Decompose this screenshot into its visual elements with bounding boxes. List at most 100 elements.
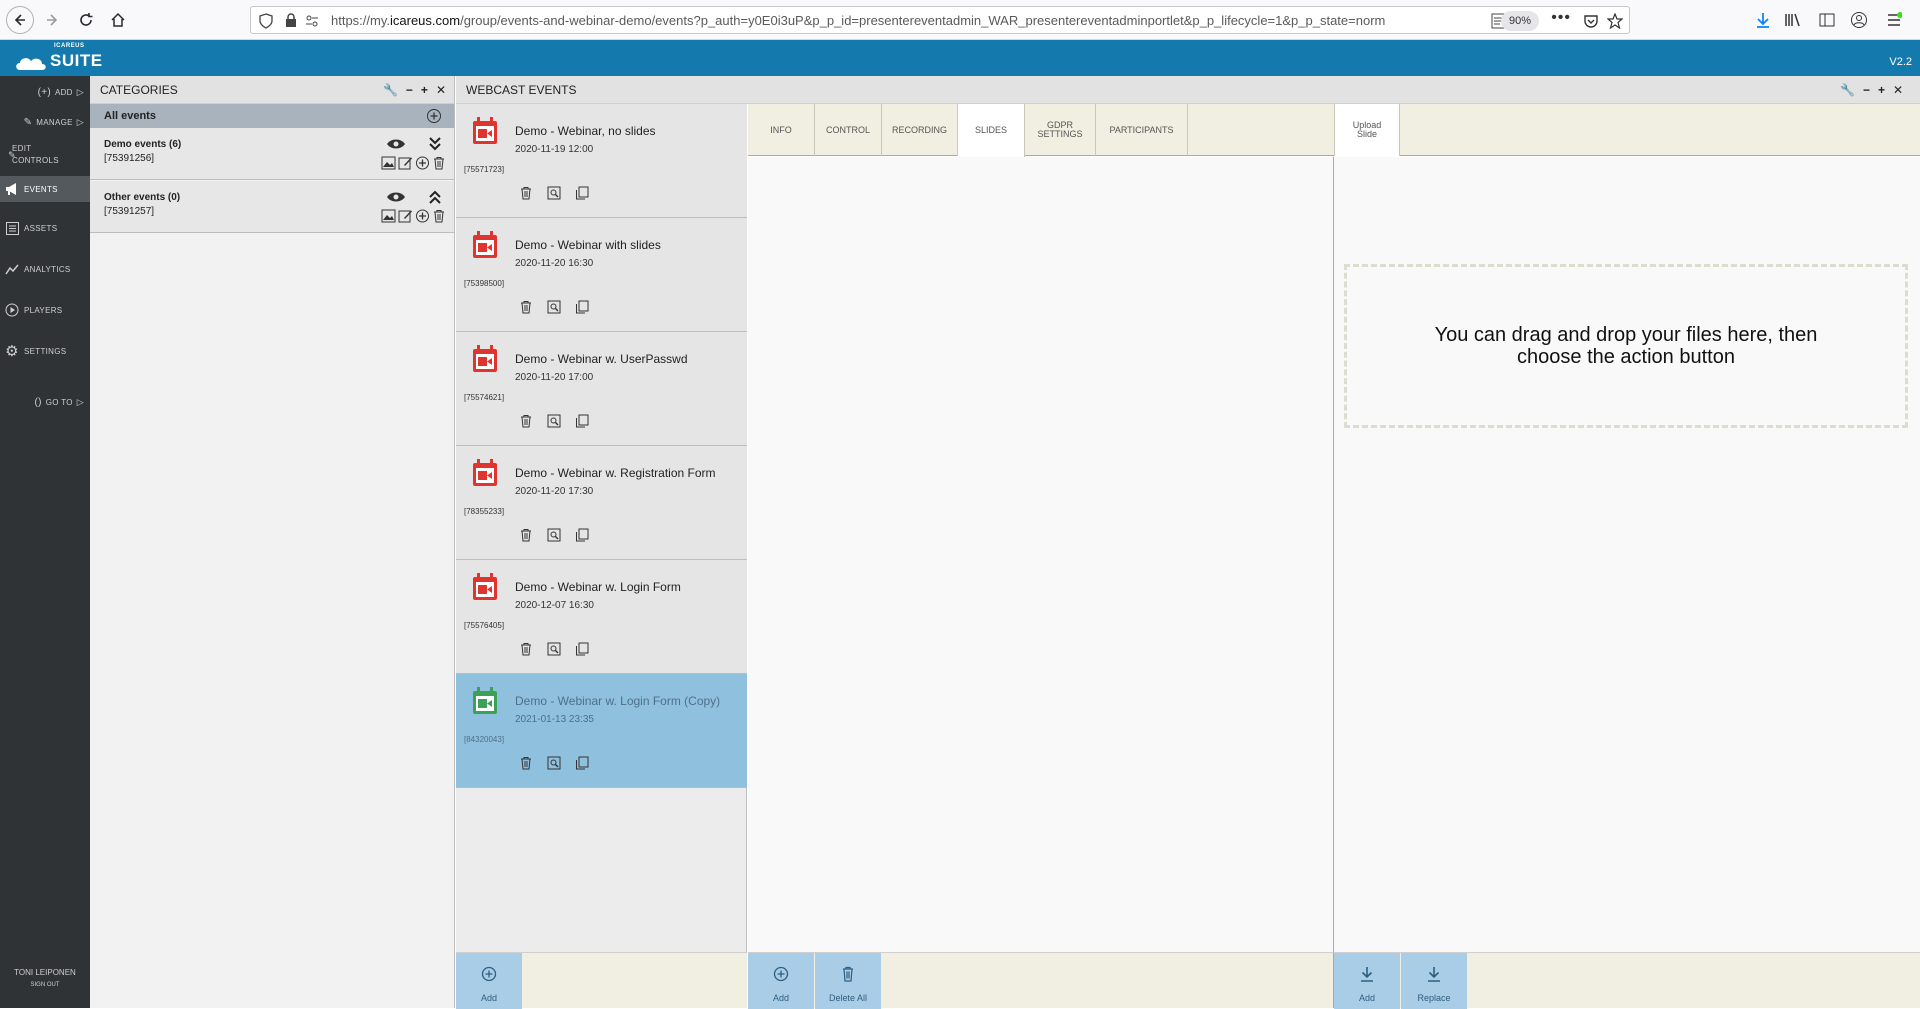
copy-icon[interactable] <box>575 756 589 770</box>
sidebar-icon[interactable] <box>1815 8 1839 32</box>
nav-item-players[interactable]: PLAYERS <box>0 300 90 320</box>
event-item[interactable]: Demo - Webinar w. Registration Form 2020… <box>456 446 747 560</box>
tab-recording[interactable]: RECORDING <box>882 104 958 156</box>
nav-item-events[interactable]: EVENTS <box>0 176 90 202</box>
nav-item-analytics[interactable]: ANALYTICS <box>0 259 90 279</box>
close-icon[interactable]: ✕ <box>436 83 446 97</box>
visibility-eye-icon[interactable] <box>386 138 406 150</box>
nav-item-add[interactable]: (+) ADD ▷ <box>0 82 90 102</box>
downloads-icon[interactable] <box>1751 8 1775 32</box>
calendar-video-icon <box>473 687 497 714</box>
nav-item-edit-controls[interactable]: ✎ EDIT CONTROLS <box>0 140 90 170</box>
all-events-label: All events <box>104 110 156 122</box>
nav-item-assets[interactable]: ASSETS <box>0 218 90 238</box>
preview-icon[interactable] <box>547 642 561 656</box>
event-title: Demo - Webinar w. Login Form <box>515 580 681 594</box>
image-icon[interactable] <box>381 209 396 223</box>
replace-button[interactable]: Replace <box>1401 953 1467 1009</box>
double-chevron-up-icon[interactable] <box>428 189 442 205</box>
add-circle-icon[interactable] <box>415 209 430 223</box>
event-item[interactable]: Demo - Webinar w. Login Form (Copy) 2021… <box>456 674 747 788</box>
gear-icon: ⚙ <box>5 343 19 360</box>
url-bar[interactable]: https://my.icareus.com/group/events-and-… <box>250 6 1630 34</box>
category-row[interactable]: Demo events (6) [75391256] <box>90 128 454 180</box>
add-category-icon[interactable] <box>426 108 442 124</box>
zoom-level-badge[interactable]: 90% <box>1500 11 1539 31</box>
file-drop-zone[interactable]: You can drag and drop your files here, t… <box>1344 264 1908 428</box>
tab-slides[interactable]: SLIDES <box>958 104 1025 157</box>
nav-item-label: EVENTS <box>24 184 58 194</box>
tab-gdpr-settings[interactable]: GDPR SETTINGS <box>1025 104 1096 156</box>
edit-icon[interactable] <box>398 156 413 170</box>
copy-icon[interactable] <box>575 642 589 656</box>
preview-icon[interactable] <box>547 186 561 200</box>
double-chevron-down-icon[interactable] <box>428 136 442 152</box>
trash-icon[interactable] <box>519 528 533 542</box>
event-actions <box>519 414 589 428</box>
add-icon: (+) <box>37 86 51 98</box>
page-actions-icon[interactable]: ••• <box>1551 9 1571 27</box>
event-id: [75571723] <box>464 165 505 174</box>
preview-icon[interactable] <box>547 300 561 314</box>
trash-icon[interactable] <box>432 156 446 170</box>
event-item[interactable]: Demo - Webinar with slides 2020-11-20 16… <box>456 218 747 332</box>
visibility-eye-icon[interactable] <box>386 191 406 203</box>
trash-icon[interactable] <box>432 209 446 223</box>
trash-icon[interactable] <box>519 300 533 314</box>
back-button[interactable] <box>6 6 34 34</box>
all-events-row[interactable]: All events <box>90 104 454 128</box>
image-icon[interactable] <box>381 156 396 170</box>
minimize-icon[interactable]: − <box>1863 83 1870 97</box>
copy-icon[interactable] <box>575 300 589 314</box>
reload-button[interactable] <box>72 6 100 34</box>
url-text[interactable]: https://my.icareus.com/group/events-and-… <box>331 13 1451 29</box>
event-item[interactable]: Demo - Webinar w. Login Form 2020-12-07 … <box>456 560 747 674</box>
add-event-button[interactable]: Add <box>456 953 522 1009</box>
nav-item-settings[interactable]: ⚙ SETTINGS <box>0 341 90 361</box>
wrench-icon[interactable]: 🔧 <box>383 83 398 97</box>
account-icon[interactable] <box>1847 8 1871 32</box>
chevron-right-icon: ▷ <box>76 86 84 97</box>
maximize-icon[interactable]: + <box>421 83 428 97</box>
preview-icon[interactable] <box>547 756 561 770</box>
pocket-icon[interactable] <box>1583 13 1599 29</box>
add-circle-icon[interactable] <box>415 156 430 170</box>
category-row[interactable]: Other events (0) [75391257] <box>90 181 454 233</box>
tab-upload-slide[interactable]: Upload Slide <box>1334 104 1400 156</box>
trash-icon[interactable] <box>519 642 533 656</box>
delete-all-button[interactable]: Delete All <box>815 953 881 1009</box>
forward-button[interactable] <box>38 6 66 34</box>
trash-icon[interactable] <box>519 756 533 770</box>
tab-info[interactable]: INFO <box>748 104 815 156</box>
tab-control[interactable]: CONTROL <box>815 104 882 156</box>
preview-icon[interactable] <box>547 528 561 542</box>
nav-item-go-to[interactable]: () GO TO ▷ <box>0 392 90 412</box>
copy-icon[interactable] <box>575 528 589 542</box>
preview-icon[interactable] <box>547 414 561 428</box>
event-title: Demo - Webinar with slides <box>515 238 661 252</box>
home-icon <box>111 12 125 27</box>
maximize-icon[interactable]: + <box>1878 83 1885 97</box>
event-item[interactable]: Demo - Webinar w. UserPasswd 2020-11-20 … <box>456 332 747 446</box>
user-name: TONI LEIPONEN <box>14 968 76 977</box>
trash-icon <box>841 965 855 983</box>
event-item[interactable]: Demo - Webinar, no slides 2020-11-19 12:… <box>456 104 747 218</box>
copy-icon[interactable] <box>575 186 589 200</box>
menu-icon[interactable] <box>1882 8 1906 32</box>
close-icon[interactable]: ✕ <box>1893 83 1903 97</box>
library-icon[interactable] <box>1781 8 1805 32</box>
wrench-icon[interactable]: 🔧 <box>1840 83 1855 97</box>
tab-participants[interactable]: PARTICIPANTS <box>1096 104 1188 156</box>
trash-icon[interactable] <box>519 414 533 428</box>
home-button[interactable] <box>104 6 132 34</box>
copy-icon[interactable] <box>575 414 589 428</box>
nav-item-manage[interactable]: ✎ MANAGE ▷ <box>0 112 90 132</box>
trash-icon[interactable] <box>519 186 533 200</box>
sign-out-link[interactable]: SIGN OUT <box>0 982 90 988</box>
bookmark-star-icon[interactable] <box>1607 13 1623 29</box>
minimize-icon[interactable]: − <box>406 83 413 97</box>
upload-add-button[interactable]: Add <box>1334 953 1400 1009</box>
logo-suite-text: SUITE <box>50 51 103 70</box>
edit-icon[interactable] <box>398 209 413 223</box>
add-slide-button[interactable]: Add <box>748 953 814 1009</box>
